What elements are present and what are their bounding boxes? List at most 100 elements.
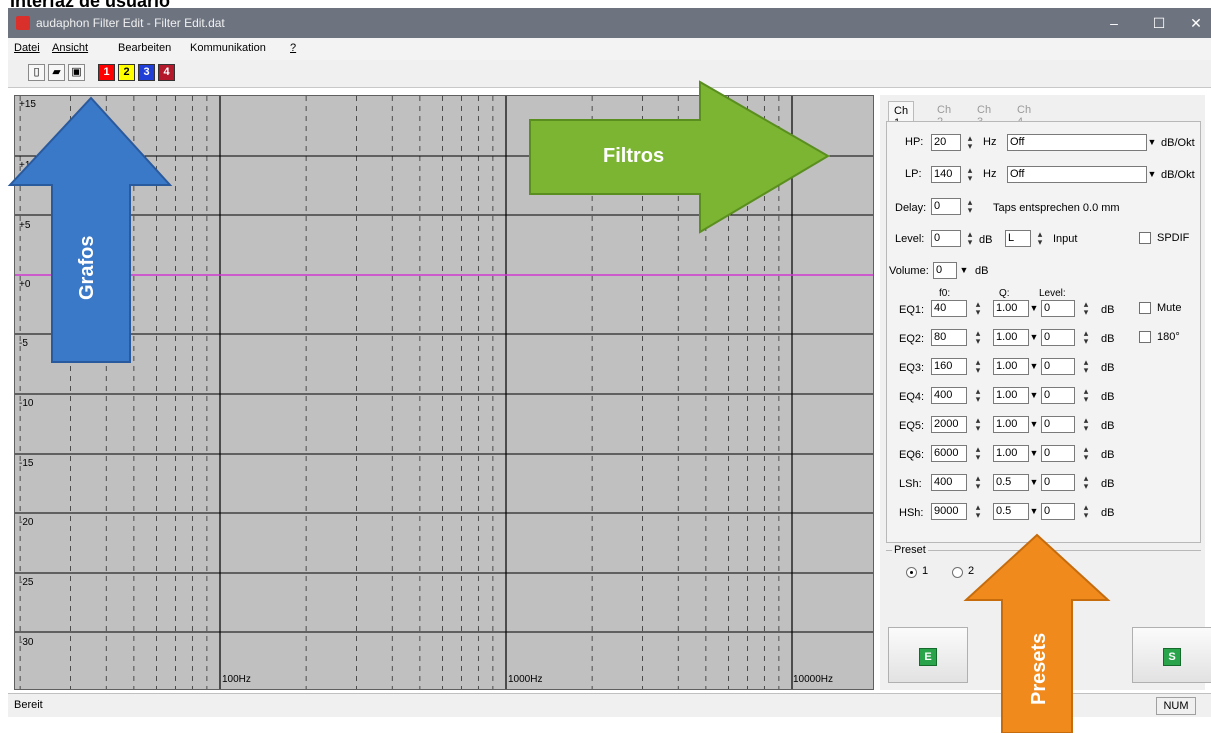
eq-q-select[interactable]: 1.00 xyxy=(993,387,1029,404)
eq-level-spinner[interactable]: ▴ ▾ xyxy=(1079,387,1093,404)
chevron-down-icon[interactable]: ▼ xyxy=(1027,417,1041,432)
channel-1-button[interactable]: 1 xyxy=(98,64,115,81)
level-input[interactable]: 0 xyxy=(931,230,961,247)
eq-f0-input[interactable]: 9000 xyxy=(931,503,967,520)
menu-help[interactable]: ? xyxy=(290,42,296,54)
maximize-button[interactable]: ☐ xyxy=(1143,12,1175,34)
chevron-down-icon[interactable]: ▼ xyxy=(1027,504,1041,519)
chevron-down-icon[interactable]: ▼ xyxy=(1027,359,1041,374)
eq-f0-input[interactable]: 40 xyxy=(931,300,967,317)
channel-2-button[interactable]: 2 xyxy=(118,64,135,81)
eq-unit: dB xyxy=(1101,304,1115,316)
e-button-label: E xyxy=(919,648,937,666)
tab-ch1[interactable]: Ch 1 xyxy=(888,101,915,129)
channel-4-button[interactable]: 4 xyxy=(158,64,175,81)
eq-q-select[interactable]: 0.5 xyxy=(993,503,1029,520)
preset-radio-2[interactable] xyxy=(952,567,963,578)
eq-f0-input[interactable]: 2000 xyxy=(931,416,967,433)
eq-unit: dB xyxy=(1101,333,1115,345)
menu-ansicht[interactable]: Ansicht xyxy=(52,42,88,54)
input-spinner[interactable]: ▴ ▾ xyxy=(1033,230,1047,247)
eq-q-select[interactable]: 1.00 xyxy=(993,358,1029,375)
menu-kommunikation[interactable]: Kommunikation xyxy=(190,42,266,54)
eq-f0-spinner[interactable]: ▴ ▾ xyxy=(971,503,985,520)
delay-input[interactable]: 0 xyxy=(931,198,961,215)
level-spinner[interactable]: ▴ ▾ xyxy=(963,230,977,247)
eq-level-input[interactable]: 0 xyxy=(1041,474,1075,491)
open-folder-icon[interactable]: ▰ xyxy=(48,64,65,81)
eq-f0-spinner[interactable]: ▴ ▾ xyxy=(971,387,985,404)
eq-level-input[interactable]: 0 xyxy=(1041,445,1075,462)
lp-spinner[interactable]: ▴ ▾ xyxy=(963,166,977,183)
eq-q-select[interactable]: 1.00 xyxy=(993,416,1029,433)
save-disk-icon[interactable]: ▣ xyxy=(68,64,85,81)
chevron-down-icon[interactable]: ▼ xyxy=(1027,388,1041,403)
eq-f0-input[interactable]: 6000 xyxy=(931,445,967,462)
close-button[interactable]: ✕ xyxy=(1180,12,1211,34)
chevron-down-icon[interactable]: ▼ xyxy=(1145,135,1159,150)
eq-f0-spinner[interactable]: ▴ ▾ xyxy=(971,445,985,462)
phase-180-checkbox[interactable] xyxy=(1139,331,1151,343)
eq-f0-spinner[interactable]: ▴ ▾ xyxy=(971,358,985,375)
s-button[interactable]: S xyxy=(1132,627,1211,683)
new-file-icon[interactable]: ▯ xyxy=(28,64,45,81)
eq-f0-input[interactable]: 160 xyxy=(931,358,967,375)
hp-frequency-input[interactable]: 20 xyxy=(931,134,961,151)
eq-label: EQ2: xyxy=(899,333,925,345)
eq-q-select[interactable]: 1.00 xyxy=(993,445,1029,462)
eq-label: EQ6: xyxy=(899,449,925,461)
eq-q-select[interactable]: 0.5 xyxy=(993,474,1029,491)
eq-f0-spinner[interactable]: ▴ ▾ xyxy=(971,416,985,433)
eq-level-input[interactable]: 0 xyxy=(1041,503,1075,520)
eq-f0-input[interactable]: 400 xyxy=(931,387,967,404)
eq-level-input[interactable]: 0 xyxy=(1041,329,1075,346)
input-channel-field[interactable]: L xyxy=(1005,230,1031,247)
lp-slope-select[interactable]: Off xyxy=(1007,166,1147,183)
eq-f0-spinner[interactable]: ▴ ▾ xyxy=(971,329,985,346)
eq-f0-input[interactable]: 400 xyxy=(931,474,967,491)
chevron-down-icon[interactable]: ▼ xyxy=(957,263,971,278)
eq-level-spinner[interactable]: ▴ ▾ xyxy=(1079,329,1093,346)
eq-level-spinner[interactable]: ▴ ▾ xyxy=(1079,445,1093,462)
eq-level-spinner[interactable]: ▴ ▾ xyxy=(1079,416,1093,433)
y-axis-label: +5 xyxy=(19,220,31,231)
eq-level-spinner[interactable]: ▴ ▾ xyxy=(1079,300,1093,317)
eq-f0-input[interactable]: 80 xyxy=(931,329,967,346)
y-axis-label: -15 xyxy=(19,458,34,469)
eq-level-input[interactable]: 0 xyxy=(1041,358,1075,375)
chevron-down-icon[interactable]: ▼ xyxy=(1145,167,1159,182)
tab-ch2[interactable]: Ch 2 xyxy=(932,101,956,128)
lp-frequency-input[interactable]: 140 xyxy=(931,166,961,183)
chevron-down-icon[interactable]: ▼ xyxy=(1027,475,1041,490)
chevron-down-icon[interactable]: ▼ xyxy=(1027,446,1041,461)
eq-level-spinner[interactable]: ▴ ▾ xyxy=(1079,358,1093,375)
e-button[interactable]: E xyxy=(888,627,968,683)
menu-bearbeiten[interactable]: Bearbeiten xyxy=(118,42,171,54)
volume-select[interactable]: 0 xyxy=(933,262,957,279)
frequency-response-graph[interactable]: +15 +10 +5 +0 -5 -10 -15 -20 -25 -30 100… xyxy=(14,95,874,690)
tab-ch4[interactable]: Ch 4 xyxy=(1012,101,1036,128)
hp-slope-select[interactable]: Off xyxy=(1007,134,1147,151)
eq-q-select[interactable]: 1.00 xyxy=(993,329,1029,346)
chevron-down-icon[interactable]: ▼ xyxy=(1027,301,1041,316)
eq-level-spinner[interactable]: ▴ ▾ xyxy=(1079,503,1093,520)
eq-level-input[interactable]: 0 xyxy=(1041,387,1075,404)
minimize-button[interactable]: – xyxy=(1098,12,1130,34)
delay-label: Delay: xyxy=(895,202,927,214)
menu-datei[interactable]: Datei xyxy=(14,42,40,54)
hp-spinner[interactable]: ▴ ▾ xyxy=(963,134,977,151)
eq-level-spinner[interactable]: ▴ ▾ xyxy=(1079,474,1093,491)
eq-q-select[interactable]: 1.00 xyxy=(993,300,1029,317)
eq-f0-spinner[interactable]: ▴ ▾ xyxy=(971,300,985,317)
mute-checkbox[interactable] xyxy=(1139,302,1151,314)
chevron-down-icon[interactable]: ▼ xyxy=(1027,330,1041,345)
delay-spinner[interactable]: ▴ ▾ xyxy=(963,198,977,215)
spdif-checkbox[interactable] xyxy=(1139,232,1151,244)
preset-radio-1[interactable] xyxy=(906,567,917,578)
y-axis-label: -20 xyxy=(19,517,34,528)
channel-3-button[interactable]: 3 xyxy=(138,64,155,81)
eq-level-input[interactable]: 0 xyxy=(1041,300,1075,317)
tab-ch3[interactable]: Ch 3 xyxy=(972,101,996,128)
eq-level-input[interactable]: 0 xyxy=(1041,416,1075,433)
eq-f0-spinner[interactable]: ▴ ▾ xyxy=(971,474,985,491)
